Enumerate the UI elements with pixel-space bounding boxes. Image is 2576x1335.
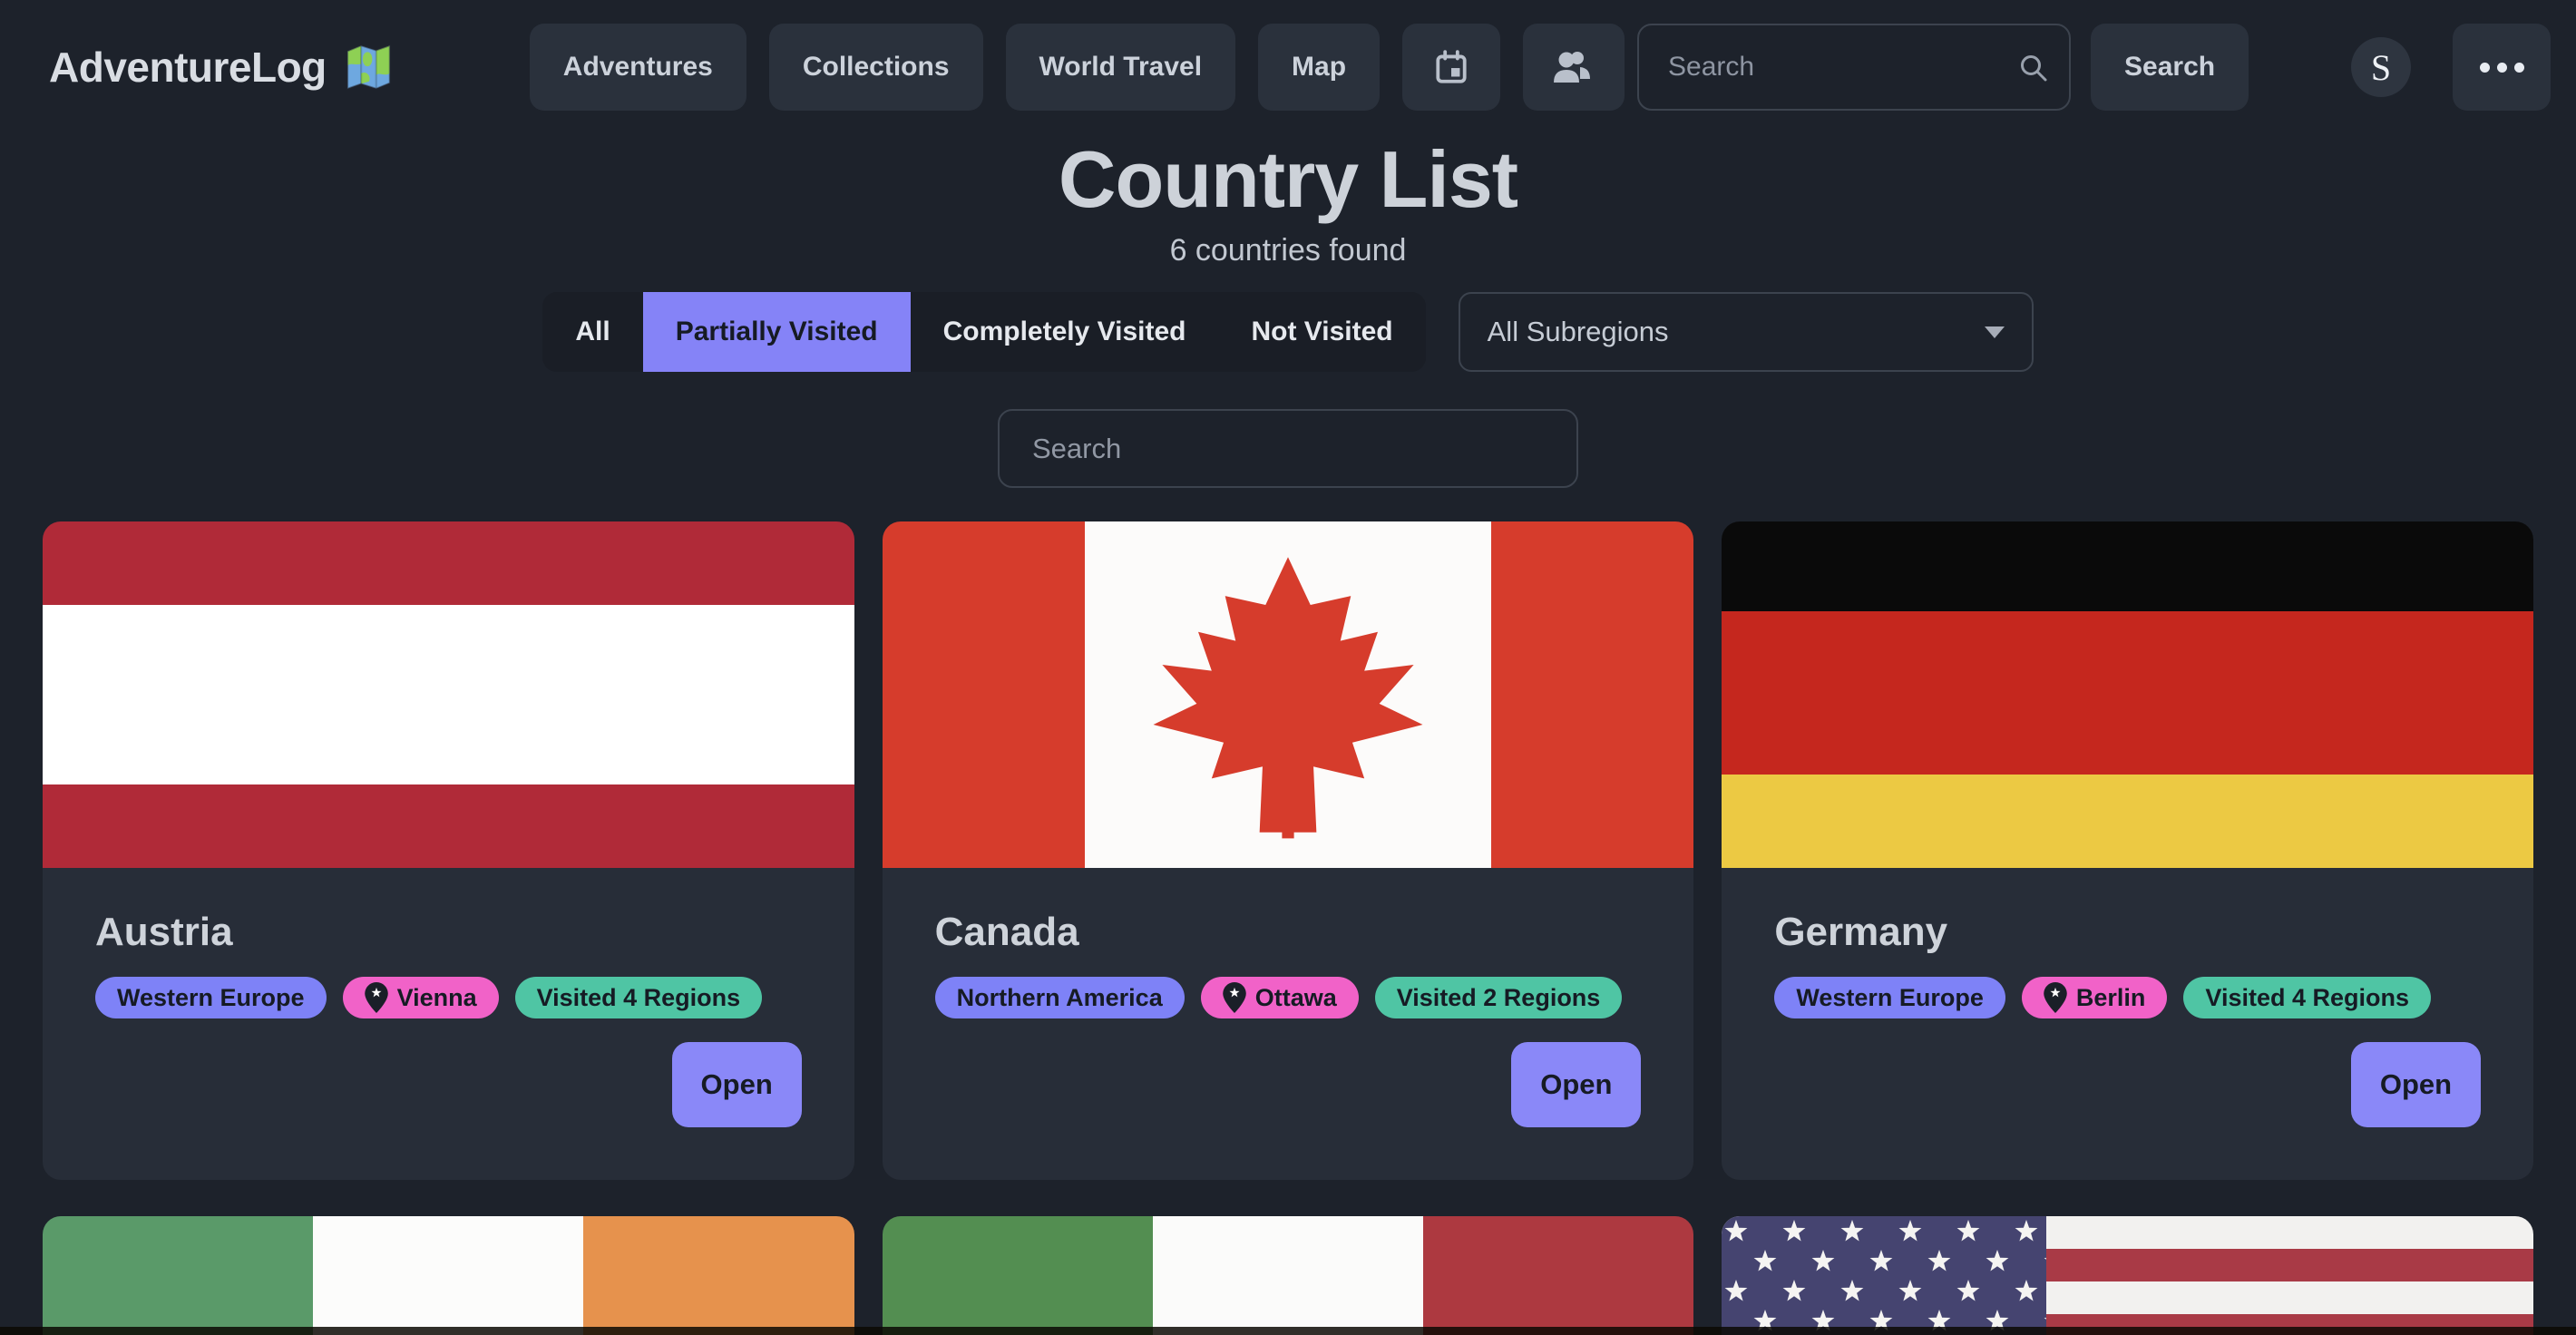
country-card-usa [1722, 1216, 2533, 1335]
country-card-austria: Austria Western Europe Vienna Visited 4 … [43, 521, 854, 1180]
filter-bar: All Partially Visited Completely Visited… [0, 292, 2576, 372]
capital-badge: Ottawa [1201, 977, 1359, 1018]
country-card-ireland [43, 1216, 854, 1335]
open-country-button[interactable]: Open [1511, 1042, 1641, 1127]
map-pin-icon [1223, 982, 1246, 1013]
world-map-icon [343, 42, 394, 93]
nav-map-button[interactable]: Map [1258, 24, 1380, 111]
navbar-search [1637, 24, 2071, 111]
map-pin-icon [2044, 982, 2067, 1013]
visit-filter-tabs: All Partially Visited Completely Visited… [542, 292, 1425, 372]
navbar-right: S [2351, 24, 2551, 111]
results-count: 6 countries found [0, 233, 2576, 268]
map-pin-icon [365, 982, 388, 1013]
usa-flag [1722, 1216, 2533, 1335]
italy-flag [883, 1216, 1694, 1335]
navbar-search-input[interactable] [1637, 24, 2071, 111]
germany-flag [1722, 521, 2533, 868]
country-card-germany: Germany Western Europe Berlin Visited 4 … [1722, 521, 2533, 1180]
capital-badge: Berlin [2022, 977, 2168, 1018]
subregion-badge: Northern America [935, 977, 1185, 1018]
open-country-button[interactable]: Open [672, 1042, 802, 1127]
country-name: Canada [935, 910, 1642, 955]
search-icon [2018, 53, 2049, 83]
maple-leaf-icon [1138, 545, 1438, 844]
country-name: Austria [95, 910, 802, 955]
tab-not-visited[interactable]: Not Visited [1218, 292, 1425, 372]
country-card-canada: Canada Northern America Ottawa Visited 2… [883, 521, 1694, 1180]
usa-flag-canton [1722, 1216, 2046, 1335]
canada-flag [883, 521, 1694, 868]
visited-regions-badge: Visited 2 Regions [1375, 977, 1623, 1018]
users-button[interactable] [1523, 24, 1625, 111]
tab-all[interactable]: All [542, 292, 642, 372]
capital-badge: Vienna [343, 977, 499, 1018]
page-header: Country List 6 countries found [0, 136, 2576, 268]
nav-adventures-button[interactable]: Adventures [530, 24, 746, 111]
austria-flag [43, 521, 854, 868]
ellipsis-icon [2480, 63, 2490, 73]
nav-collections-button[interactable]: Collections [769, 24, 983, 111]
calendar-button[interactable] [1402, 24, 1500, 111]
subregion-badge: Western Europe [1774, 977, 2005, 1018]
visited-regions-badge: Visited 4 Regions [515, 977, 763, 1018]
navbar: AdventureLog Adventures Collections Worl… [0, 0, 2576, 134]
navbar-search-button[interactable]: Search [2091, 24, 2249, 111]
ireland-flag [43, 1216, 854, 1335]
subregion-select[interactable]: All Subregions [1459, 292, 2034, 372]
open-country-button[interactable]: Open [2351, 1042, 2481, 1127]
country-search [0, 409, 2576, 488]
avatar[interactable]: S [2351, 37, 2411, 97]
more-menu-button[interactable] [2453, 24, 2551, 111]
subregion-badge: Western Europe [95, 977, 327, 1018]
page-title: Country List [0, 136, 2576, 222]
country-search-input[interactable] [998, 409, 1578, 488]
nav-links: Adventures Collections World Travel Map [530, 24, 1625, 111]
visited-regions-badge: Visited 4 Regions [2183, 977, 2431, 1018]
calendar-icon [1432, 48, 1470, 86]
country-grid: Austria Western Europe Vienna Visited 4 … [43, 521, 2533, 1335]
subregion-select-value: All Subregions [1488, 316, 1669, 348]
brand-title: AdventureLog [49, 43, 327, 92]
users-icon [1553, 50, 1595, 84]
horizontal-scrollbar[interactable] [0, 1327, 2576, 1335]
tab-partially-visited[interactable]: Partially Visited [643, 292, 911, 372]
tab-completely-visited[interactable]: Completely Visited [911, 292, 1219, 372]
country-name: Germany [1774, 910, 2481, 955]
chevron-down-icon [1985, 326, 2005, 338]
nav-world-travel-button[interactable]: World Travel [1006, 24, 1236, 111]
country-card-italy [883, 1216, 1694, 1335]
brand-logo[interactable]: AdventureLog [49, 42, 394, 93]
